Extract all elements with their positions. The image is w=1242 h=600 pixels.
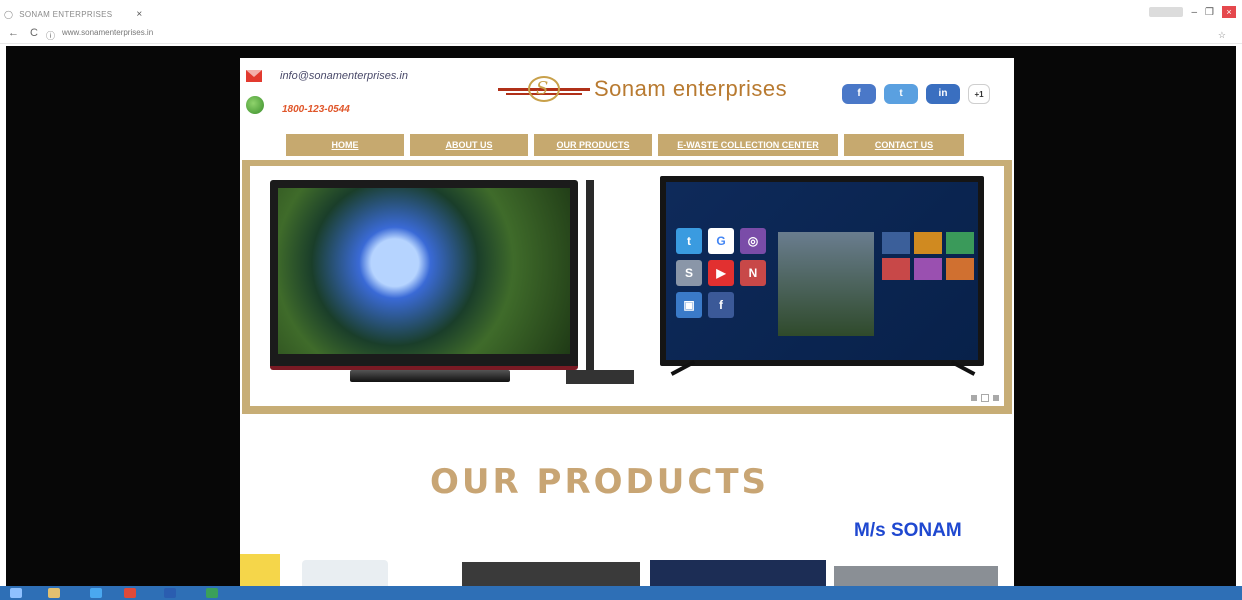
youtube-app-icon: ▶ — [708, 260, 734, 286]
nav-our-products[interactable]: OUR PRODUCTS — [534, 134, 652, 156]
site-logo[interactable]: S Sonam enterprises — [498, 76, 787, 102]
tab-close-icon[interactable]: × — [136, 9, 142, 20]
slide-image: t G ◎ S ▶ N ▣ f — [250, 166, 1004, 406]
news-app-icon: N — [740, 260, 766, 286]
smart-tv-screen: t G ◎ S ▶ N ▣ f — [666, 182, 978, 360]
chrome-icon[interactable] — [124, 588, 136, 598]
smart-tv-image: t G ◎ S ▶ N ▣ f — [660, 176, 984, 366]
twitter-app-icon: t — [676, 228, 702, 254]
browser-tab[interactable]: ◯ SONAM ENTERPRISES × — [4, 6, 143, 22]
os-taskbar — [0, 586, 1242, 600]
tv-stand — [350, 370, 510, 382]
slider-dot[interactable] — [970, 394, 978, 402]
window-close-button[interactable]: × — [1222, 6, 1236, 18]
tv-image-left — [270, 180, 578, 370]
products-section: OUR PRODUCTS M/s SONAM — [240, 414, 1014, 588]
browser-tabbar: ◯ SONAM ENTERPRISES × – ❐ × — [0, 0, 1242, 24]
url-field[interactable]: www.sonamenterprises.in — [62, 28, 153, 37]
product-thumb-yellow[interactable] — [240, 554, 280, 588]
product-images-row — [240, 554, 1014, 588]
slider-dot[interactable] — [981, 394, 989, 402]
minimize-button[interactable]: – — [1191, 7, 1197, 18]
nav-about-us[interactable]: ABOUT US — [410, 134, 528, 156]
window-controls: – ❐ × — [1149, 6, 1236, 18]
google-app-icon: G — [708, 228, 734, 254]
page-viewport: info@sonamenterprises.in 1800-123-0544 S… — [6, 46, 1236, 588]
hero-slider: t G ◎ S ▶ N ▣ f — [242, 160, 1012, 414]
logo-text: Sonam enterprises — [594, 76, 788, 101]
restore-button[interactable]: ❐ — [1205, 7, 1214, 18]
contact-phone: 1800-123-0544 — [282, 104, 350, 115]
product-thumb-tv[interactable] — [650, 560, 826, 588]
facebook-icon[interactable]: f — [842, 84, 876, 104]
internet-explorer-icon[interactable] — [90, 588, 102, 598]
info-icon[interactable]: ⓘ — [46, 29, 55, 42]
company-name: M/s SONAM — [854, 520, 962, 541]
product-thumb-tablets[interactable] — [834, 566, 998, 588]
instagram-app-icon: ◎ — [740, 228, 766, 254]
gallery-app-icon: ▣ — [676, 292, 702, 318]
product-thumb-phones[interactable] — [462, 562, 640, 588]
slider-dot[interactable] — [992, 394, 1000, 402]
social-links: f t in +1 — [842, 84, 990, 104]
profile-chip[interactable] — [1149, 7, 1184, 17]
tab-title: SONAM ENTERPRISES — [19, 9, 113, 19]
featured-photo-tile — [778, 232, 874, 336]
app-grid: t G ◎ S ▶ N ▣ f — [676, 228, 766, 318]
excel-icon[interactable] — [206, 588, 218, 598]
nav-home[interactable]: HOME — [286, 134, 404, 156]
nav-contact-us[interactable]: CONTACT US — [844, 134, 964, 156]
back-arrow-icon[interactable]: ← — [8, 27, 19, 39]
slider-pagination — [970, 394, 1000, 402]
tab-loading-icon: ◯ — [4, 9, 14, 19]
products-heading: OUR PRODUCTS — [430, 462, 769, 502]
reload-icon[interactable]: C — [30, 27, 38, 39]
tv-side-base — [566, 370, 634, 384]
linkedin-icon[interactable]: in — [926, 84, 960, 104]
logo-mark-icon: S — [498, 76, 590, 102]
twitter-icon[interactable]: t — [884, 84, 918, 104]
content-tiles — [882, 232, 974, 280]
file-explorer-icon[interactable] — [48, 588, 60, 598]
start-button-icon[interactable] — [10, 588, 22, 598]
smart-tv-legs — [660, 360, 984, 382]
bookmark-star-icon[interactable]: ☆ — [1218, 30, 1226, 41]
website-container: info@sonamenterprises.in 1800-123-0544 S… — [240, 58, 1014, 588]
main-nav: HOME ABOUT US OUR PRODUCTS E-WASTE COLLE… — [286, 134, 964, 156]
contact-email[interactable]: info@sonamenterprises.in — [280, 70, 408, 82]
word-icon[interactable] — [164, 588, 176, 598]
product-thumb-air-conditioner[interactable] — [302, 560, 388, 588]
phone-icon — [246, 96, 264, 114]
facebook-app-icon: f — [708, 292, 734, 318]
skype-app-icon: S — [676, 260, 702, 286]
address-bar: ← C ⓘ www.sonamenterprises.in ☆ — [0, 24, 1242, 44]
hummingbird-screen-image — [278, 188, 570, 354]
nav-e-waste-collection-center[interactable]: E-WASTE COLLECTION CENTER — [658, 134, 838, 156]
google-plus-icon[interactable]: +1 — [968, 84, 990, 104]
mail-icon — [246, 70, 262, 82]
tv-side-view — [586, 180, 594, 370]
